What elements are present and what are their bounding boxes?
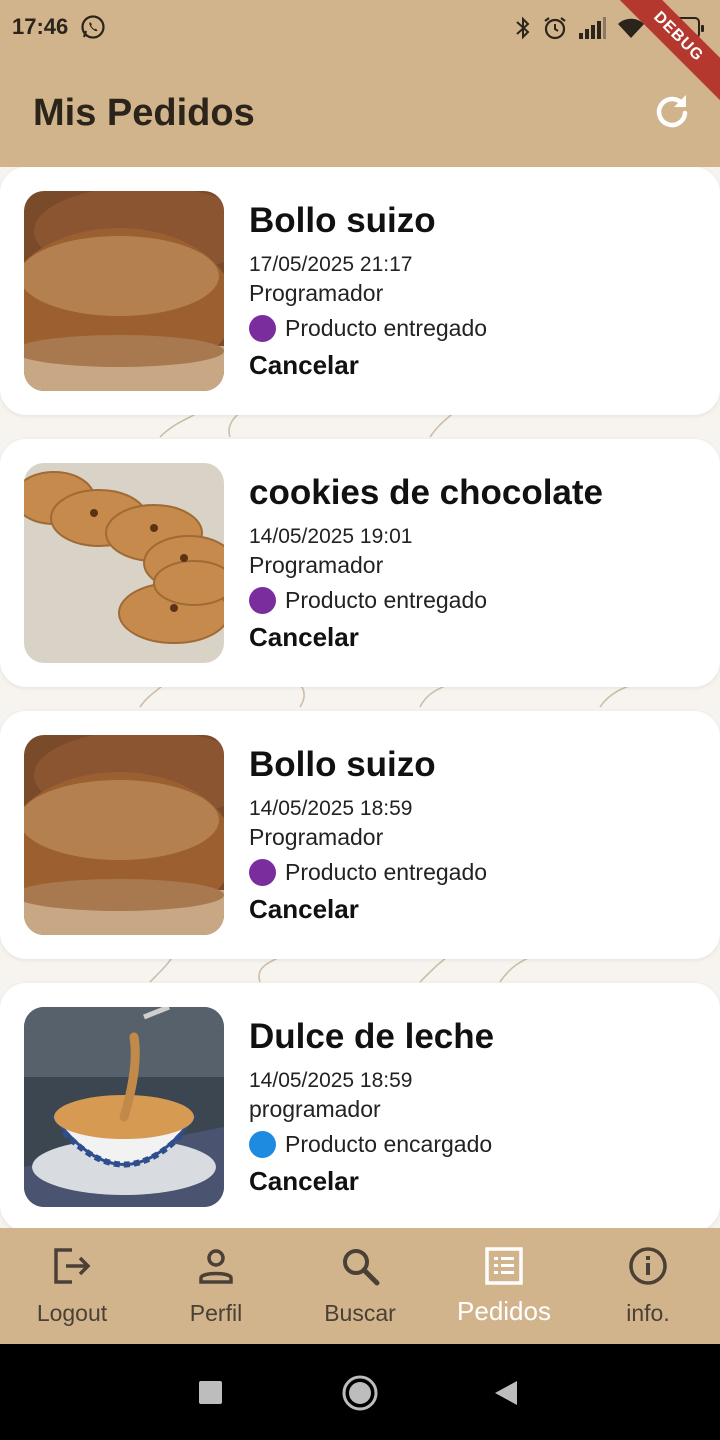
nav-label: info. <box>626 1300 670 1326</box>
nav-label: Pedidos <box>457 1296 551 1326</box>
signal-icon <box>579 17 606 39</box>
status-dot-icon <box>249 587 276 614</box>
nav-search[interactable]: Buscar <box>288 1228 432 1344</box>
order-product-name: cookies de chocolate <box>249 473 604 512</box>
search-icon <box>343 1249 380 1286</box>
nav-info[interactable]: info. <box>576 1228 720 1344</box>
order-product-name: Dulce de leche <box>249 1017 495 1056</box>
order-status-text: Producto entregado <box>285 859 488 885</box>
system-navigation-bar <box>0 1344 720 1440</box>
product-image-bread <box>24 191 224 391</box>
order-card[interactable]: cookies de chocolate 14/05/2025 19:01 Pr… <box>0 439 720 687</box>
status-dot-icon <box>249 1131 276 1158</box>
orders-list[interactable]: Bollo suizo 17/05/2025 21:17 Programador… <box>0 167 720 1228</box>
product-image-bread <box>24 735 224 935</box>
order-status-text: Producto entregado <box>285 587 488 613</box>
status-time: 17:46 <box>12 14 69 39</box>
nav-profile[interactable]: Perfil <box>144 1228 288 1344</box>
order-status: Producto encargado <box>249 1131 492 1158</box>
bottom-navigation: Logout Perfil Buscar Pedidos info. <box>0 1228 720 1344</box>
nav-orders[interactable]: Pedidos <box>432 1228 576 1344</box>
order-datetime: 14/05/2025 19:01 <box>249 525 413 548</box>
info-icon <box>629 1247 667 1285</box>
status-dot-icon <box>249 315 276 342</box>
nav-label: Buscar <box>324 1300 396 1326</box>
person-icon <box>199 1249 233 1284</box>
order-status-text: Producto encargado <box>285 1131 493 1157</box>
alarm-icon <box>544 17 566 40</box>
order-status-text: Producto entregado <box>285 315 488 341</box>
product-image-dulce-de-leche <box>24 1007 224 1207</box>
order-user: Programador <box>249 280 384 306</box>
order-status: Producto entregado <box>249 859 487 886</box>
status-dot-icon <box>249 859 276 886</box>
order-datetime: 17/05/2025 21:17 <box>249 253 413 276</box>
list-icon <box>485 1247 523 1285</box>
nav-logout[interactable]: Logout <box>0 1228 144 1344</box>
top-bar: 17:46 35 DEBUG Mis Pedidos <box>0 0 720 167</box>
recents-icon[interactable] <box>199 1381 222 1404</box>
whatsapp-icon <box>81 15 105 39</box>
order-status: Producto entregado <box>249 315 487 342</box>
back-icon[interactable] <box>494 1380 518 1406</box>
product-image-cookies <box>24 463 224 663</box>
page-title: Mis Pedidos <box>33 92 255 134</box>
order-card[interactable]: Bollo suizo 14/05/2025 18:59 Programador… <box>0 711 720 959</box>
order-product-name: Bollo suizo <box>249 745 436 784</box>
nav-label: Perfil <box>189 1300 243 1326</box>
order-status: Producto entregado <box>249 587 487 614</box>
logout-icon <box>54 1248 91 1284</box>
bluetooth-icon <box>516 16 530 40</box>
cancel-button[interactable]: Cancelar <box>249 1166 359 1197</box>
order-user: programador <box>249 1096 381 1122</box>
status-bar: 17:46 35 <box>0 0 720 56</box>
order-user: Programador <box>249 824 384 850</box>
order-product-name: Bollo suizo <box>249 201 436 240</box>
order-datetime: 14/05/2025 18:59 <box>249 1069 413 1092</box>
cancel-button[interactable]: Cancelar <box>249 894 359 925</box>
order-user: Programador <box>249 552 384 578</box>
order-datetime: 14/05/2025 18:59 <box>249 797 413 820</box>
cancel-button[interactable]: Cancelar <box>249 350 359 381</box>
nav-label: Logout <box>36 1300 108 1326</box>
refresh-icon[interactable] <box>652 91 692 131</box>
cancel-button[interactable]: Cancelar <box>249 622 359 653</box>
order-card[interactable]: Dulce de leche 14/05/2025 18:59 programa… <box>0 983 720 1228</box>
order-card[interactable]: Bollo suizo 17/05/2025 21:17 Programador… <box>0 167 720 415</box>
home-icon[interactable] <box>341 1374 379 1412</box>
